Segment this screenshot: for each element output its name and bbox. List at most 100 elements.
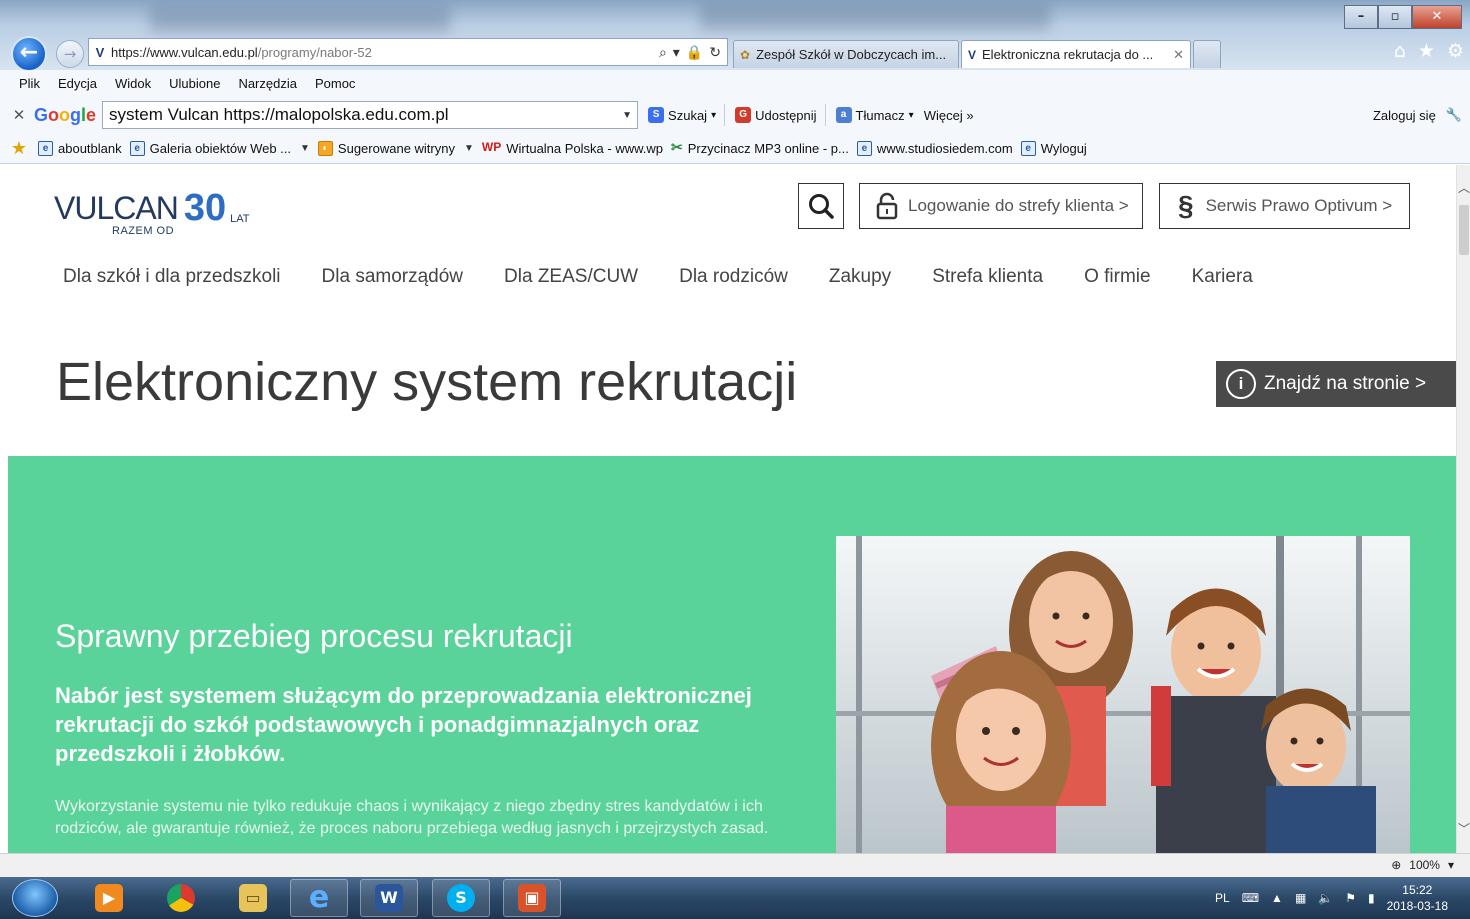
nav-item-zeas[interactable]: Dla ZEAS/CUW [504,266,638,288]
taskbar-chrome[interactable] [152,879,210,917]
address-tools: ⌕ ▾ 🔒 ↻ [645,44,727,61]
wrench-icon[interactable]: 🔧 [1446,107,1462,123]
close-toolbar-icon[interactable]: ✕ [0,106,30,124]
zoom-control[interactable]: ⊕ 100% ▾ [1391,858,1454,872]
action-center-icon[interactable]: ⚑ [1345,891,1356,905]
google-login: Zaloguj się 🔧 [1373,96,1462,134]
scroll-up-icon[interactable]: ︿ [1457,179,1470,196]
dropdown-icon[interactable]: ▾ [673,44,680,61]
home-icon[interactable]: ⌂ [1394,40,1406,62]
tab-close-icon[interactable]: ✕ [1173,47,1184,63]
refresh-icon[interactable]: ↻ [709,44,721,61]
favorites-bar: ★ e aboutblank e Galeria obiektów Web ... ▼… [0,134,1470,164]
translate-icon: a [835,107,852,123]
forward-button[interactable]: → [56,40,84,68]
favorites-star-icon[interactable]: ★ [1418,40,1435,62]
nav-item-about[interactable]: O firmie [1084,266,1151,288]
word-icon: W [375,884,403,912]
close-window-button[interactable]: ✕ [1412,5,1462,29]
show-hidden-icons-icon[interactable]: ▲ [1271,891,1283,905]
settings-gear-icon[interactable]: ⚙ [1447,40,1464,62]
nav-item-career[interactable]: Kariera [1192,266,1253,288]
chevron-down-icon[interactable]: ▾ [1448,858,1454,872]
nav-item-local-gov[interactable]: Dla samorządów [322,266,464,288]
taskbar-word[interactable]: W [360,879,418,917]
keyboard-icon[interactable]: ⌨ [1242,891,1259,905]
padlock-icon [876,192,898,220]
login-link[interactable]: Zaloguj się [1373,108,1436,123]
scroll-thumb[interactable] [1459,205,1469,255]
google-toolbar: ✕ Google system Vulcan https://malopolsk… [0,96,1470,134]
scroll-down-icon[interactable]: ﹀ [1457,820,1470,837]
language-indicator[interactable]: PL [1215,891,1230,905]
taskbar-skype[interactable]: S [432,879,490,917]
menu-help[interactable]: Pomoc [306,76,364,91]
favorite-logout[interactable]: e Wyloguj [1020,141,1087,156]
folder-icon: ▭ [239,884,267,912]
taskbar-explorer[interactable]: ▭ [224,879,282,917]
network-icon[interactable]: ▦ [1295,891,1306,905]
maximize-button[interactable]: ▫ [1378,5,1412,29]
menu-edit[interactable]: Edycja [49,76,106,91]
nav-item-client-zone[interactable]: Strefa klienta [932,266,1043,288]
chevron-down-icon[interactable]: ▼ [617,110,637,121]
favorite-wp[interactable]: WP Wirtualna Polska - www.wp [482,141,663,157]
minimize-button[interactable]: – [1344,5,1378,29]
page-viewport: VULCAN RAZEM OD 30 LAT Logowanie do stre… [0,165,1470,853]
search-icon[interactable]: ⌕ [659,44,667,61]
address-url[interactable]: https://www.vulcan.edu.pl/programy/nabor… [111,45,645,60]
add-favorite-star-icon[interactable]: ★ [0,138,30,159]
new-tab-button[interactable] [1193,40,1221,68]
vulcan-favicon-icon: V [968,47,977,62]
translate-button[interactable]: a Tłumacz ▾ [835,107,914,123]
lock-icon[interactable]: 🔒 [686,44,703,61]
find-on-page-button[interactable]: i Znajdź na stronie > [1216,361,1457,407]
prawo-optivum-button[interactable]: § Serwis Prawo Optivum > [1159,183,1410,229]
taskbar-ie[interactable]: e [290,879,348,917]
start-button[interactable] [12,879,58,917]
ie-page-icon: e [38,141,53,156]
info-icon: i [1226,369,1256,399]
chrome-icon [167,884,195,912]
tab-vulcan[interactable]: V Elektroniczna rekrutacja do ... ✕ [961,40,1191,68]
presentation-app-icon: ▣ [518,884,546,912]
share-button[interactable]: G Udostępnij [735,107,817,123]
main-navigation: Dla szkół i dla przedszkoli Dla samorząd… [63,266,1294,288]
address-bar[interactable]: V https://www.vulcan.edu.pl/programy/nab… [88,38,728,66]
client-login-button[interactable]: Logowanie do strefy klienta > [859,183,1143,229]
menu-favorites[interactable]: Ulubione [160,76,229,91]
menu-tools[interactable]: Narzędzia [229,76,306,91]
nav-item-schools[interactable]: Dla szkół i dla przedszkoli [63,266,281,288]
back-button[interactable]: ← [11,36,47,72]
favorite-aboutblank[interactable]: e aboutblank [38,141,122,156]
vulcan-logo[interactable]: VULCAN RAZEM OD 30 LAT [54,189,249,237]
site-search-button[interactable] [798,183,844,229]
volume-icon[interactable]: 🔈 [1318,891,1333,905]
favorite-web-gallery[interactable]: e Galeria obiektów Web ... ▼ [129,141,310,156]
favorite-studiosiedem[interactable]: e www.studiosiedem.com [856,141,1013,156]
menu-file[interactable]: Plik [0,76,49,91]
nav-item-shopping[interactable]: Zakupy [829,266,891,288]
favorite-mp3-cutter[interactable]: ✂ Przycinacz MP3 online - p... [671,140,849,156]
site-favicon-icon: V [95,44,105,60]
favorite-suggested-sites[interactable]: ◐ Sugerowane witryny ▼ [317,141,474,156]
tab-title: Zespół Szkół w Dobczycach im... [756,47,947,62]
share-icon: G [735,107,752,123]
power-icon[interactable]: ▮ [1368,891,1375,905]
status-bar: ⊕ 100% ▾ [0,853,1470,877]
more-button[interactable]: Więcej » [924,108,974,123]
taskbar-media-player[interactable]: ▶ [80,879,138,917]
menu-view[interactable]: Widok [106,76,160,91]
google-search-button[interactable]: S Szukaj ▾ [648,107,716,123]
nav-item-parents[interactable]: Dla rodziców [679,266,788,288]
page-title: Elektroniczny system rekrutacji [56,352,798,412]
vertical-scrollbar[interactable]: ︿ ﹀ [1456,165,1470,853]
google-search-input[interactable]: system Vulcan https://malopolska.edu.com… [102,101,639,129]
clock[interactable]: 15:22 2018-03-18 [1387,882,1448,914]
zoom-level: 100% [1409,858,1440,872]
tab-dobczyce[interactable]: ✿ Zespół Szkół w Dobczycach im... [733,40,959,68]
google-search-icon: S [648,107,665,123]
taskbar-app-red[interactable]: ▣ [503,879,561,917]
media-player-icon: ▶ [95,884,123,912]
screen: – ▫ ✕ ← → V https://www.vulcan.edu.pl/pr… [0,0,1470,919]
